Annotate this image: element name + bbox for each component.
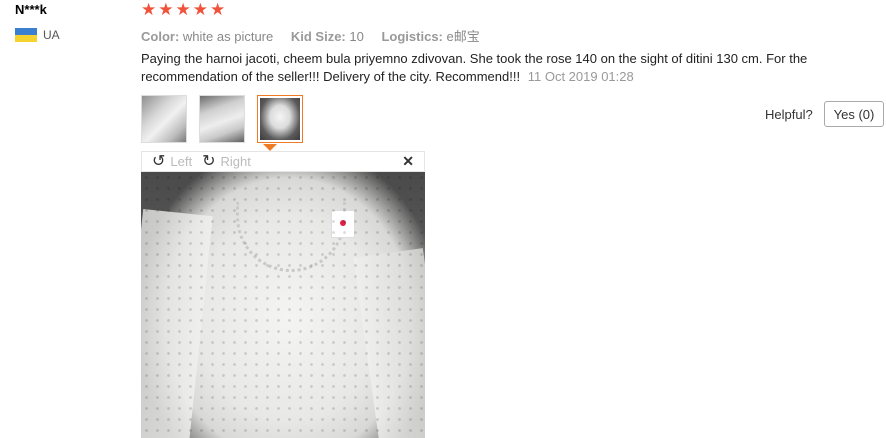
order-attributes: Color: white as picture Kid Size: 10 Log…: [141, 26, 494, 45]
rotate-left-icon: ↺: [152, 152, 166, 170]
helpful-yes-button[interactable]: Yes (0): [824, 101, 884, 127]
attr-size-key: Kid Size:: [290, 29, 346, 44]
star-icon: ★: [192, 0, 208, 19]
rotate-right-label: Right: [220, 154, 251, 169]
photo-thumbnail[interactable]: [141, 95, 187, 143]
photo-viewer-toolbar: ↺ Left ↻ Right ✕: [141, 151, 425, 172]
star-icon: ★: [141, 0, 157, 19]
attr-color-value: white as picture: [182, 29, 274, 44]
star-icon: ★: [158, 0, 174, 19]
attr-size-value: 10: [349, 29, 364, 44]
photo-viewer: ↺ Left ↻ Right ✕: [141, 151, 425, 438]
close-icon[interactable]: ✕: [402, 153, 414, 170]
rotate-left-label: Left: [170, 154, 193, 169]
helpful-label: Helpful?: [765, 107, 813, 122]
country-code: UA: [43, 28, 60, 42]
review-text: Paying the harnoi jacoti, cheem bula pri…: [141, 51, 808, 84]
reviewer-name: N***k: [15, 2, 47, 17]
attr-logistics-key: Logistics:: [381, 29, 443, 44]
star-icon: ★: [175, 0, 191, 19]
review-photo-large: [141, 172, 425, 438]
review-date: 11 Oct 2019 01:28: [527, 69, 634, 84]
rotate-left-button[interactable]: ↺ Left: [152, 152, 193, 170]
review-body: Paying the harnoi jacoti, cheem bula pri…: [141, 50, 861, 86]
selected-thumbnail-pointer: [263, 144, 277, 151]
photo-thumbnail-selected[interactable]: [257, 95, 303, 143]
rotate-right-icon: ↻: [202, 152, 216, 170]
ukraine-flag-icon: [15, 28, 37, 42]
reviewer-country: UA: [15, 28, 60, 42]
star-icon: ★: [210, 0, 226, 19]
attr-color-key: Color:: [141, 29, 180, 44]
attr-logistics-value: e邮宝: [446, 29, 480, 44]
review-photo-thumbnails: [141, 95, 315, 143]
star-rating: ★ ★ ★ ★ ★: [141, 1, 227, 19]
rotate-right-button[interactable]: ↻ Right: [202, 152, 251, 170]
photo-thumbnail[interactable]: [199, 95, 245, 143]
